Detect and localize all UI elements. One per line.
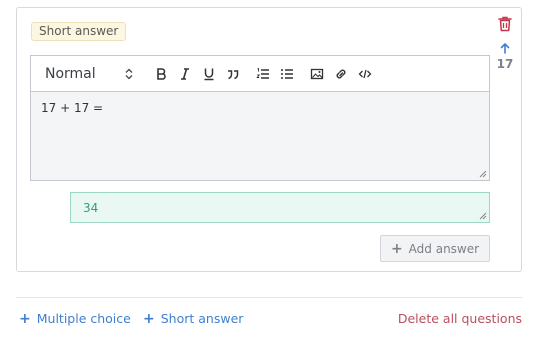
editor-toolbar: Normal: [31, 56, 489, 92]
resize-grip-icon[interactable]: [479, 170, 487, 178]
italic-button[interactable]: [173, 62, 197, 86]
question-number: 17: [496, 57, 514, 71]
add-multiple-choice-label: Multiple choice: [36, 311, 131, 326]
plus-icon: +: [390, 240, 403, 257]
add-answer-label: Add answer: [408, 241, 480, 256]
answer-value: 34: [83, 201, 99, 215]
question-editor: Normal 17 + 17 =: [30, 55, 490, 181]
add-multiple-choice-link[interactable]: + Multiple choice: [19, 311, 131, 326]
add-answer-button[interactable]: + Add answer: [380, 235, 490, 262]
footer-divider: [16, 297, 522, 298]
question-prompt-text: 17 + 17 =: [41, 101, 104, 115]
move-up-arrow-icon[interactable]: [499, 42, 511, 54]
format-select-value: Normal: [45, 65, 96, 82]
question-card: Short answer 17 Normal 17 + 17 = 34 + Ad…: [16, 7, 522, 272]
underline-icon: [204, 68, 214, 80]
underline-button[interactable]: [197, 62, 221, 86]
blockquote-icon: [228, 69, 239, 79]
resize-grip-icon[interactable]: [479, 212, 487, 220]
format-select[interactable]: Normal: [45, 63, 133, 85]
image-button[interactable]: [305, 62, 329, 86]
bullet-list-button[interactable]: [275, 62, 299, 86]
bold-icon: [157, 67, 166, 80]
code-button[interactable]: [353, 62, 377, 86]
bold-button[interactable]: [149, 62, 173, 86]
ordered-list-button[interactable]: [251, 62, 275, 86]
delete-all-questions-link[interactable]: Delete all questions: [398, 311, 522, 326]
add-short-answer-link[interactable]: + Short answer: [143, 311, 243, 326]
select-caret-icon: [125, 68, 133, 79]
code-icon: [358, 69, 372, 78]
ordered-list-icon: [256, 67, 269, 79]
link-button[interactable]: [329, 62, 353, 86]
trash-icon[interactable]: [498, 16, 512, 32]
question-type-badge: Short answer: [31, 22, 127, 41]
italic-icon: [181, 67, 189, 80]
plus-icon: +: [143, 310, 155, 327]
blockquote-button[interactable]: [221, 62, 245, 86]
link-icon: [336, 69, 346, 78]
add-short-answer-label: Short answer: [160, 311, 244, 326]
image-icon: [310, 68, 324, 79]
answer-field[interactable]: 34: [70, 192, 490, 223]
question-side-controls: 17: [491, 16, 519, 71]
plus-icon: +: [19, 310, 31, 327]
bullet-list-icon: [281, 68, 293, 79]
question-text-area[interactable]: 17 + 17 =: [31, 92, 489, 180]
